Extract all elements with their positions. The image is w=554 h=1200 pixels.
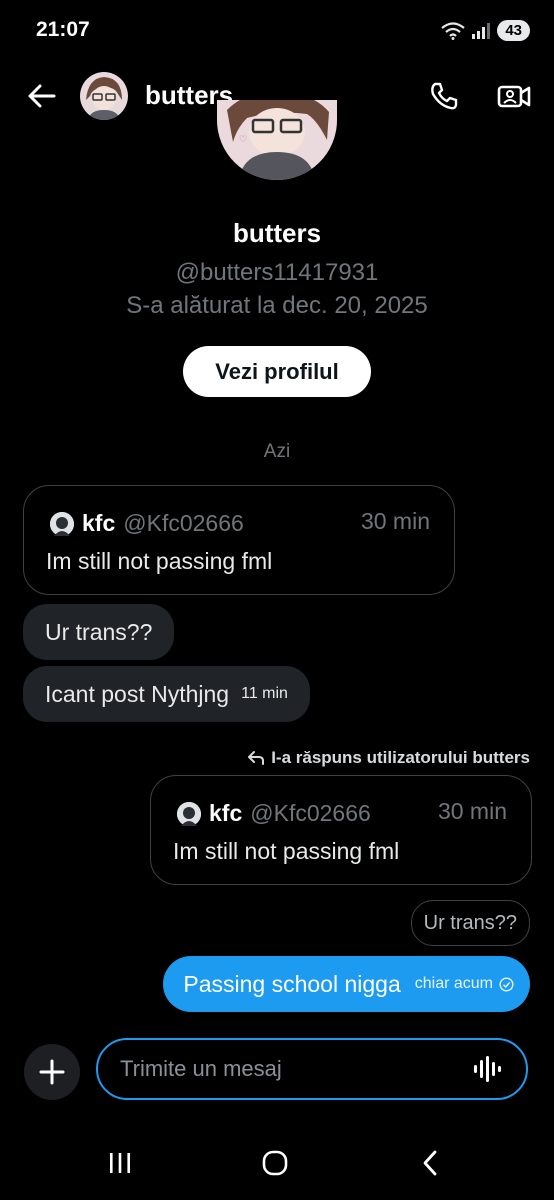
quote-header: kfc @Kfc02666 bbox=[177, 800, 371, 827]
message-time-text: chiar acum bbox=[414, 975, 493, 992]
quote-author-handle: @Kfc02666 bbox=[250, 800, 371, 826]
message-bubble-incoming[interactable]: Icant post Nythjng 11 min bbox=[23, 666, 310, 722]
profile-joined-date: S-a alăturat la dec. 20, 2025 bbox=[126, 292, 428, 319]
reply-arrow-icon bbox=[248, 751, 265, 765]
replied-message-chip[interactable]: Ur trans?? bbox=[410, 900, 530, 946]
sent-check-icon bbox=[499, 976, 514, 992]
reply-label-text: I-a răspuns utilizatorului butters bbox=[271, 748, 530, 767]
battery-badge: 43 bbox=[497, 20, 530, 41]
message-bubble-incoming[interactable]: Ur trans?? bbox=[23, 604, 175, 660]
quoted-message-card[interactable]: kfc @Kfc02666 30 min Im still not passin… bbox=[23, 485, 455, 595]
voice-message-icon[interactable] bbox=[468, 1054, 508, 1084]
phone-icon[interactable] bbox=[428, 80, 460, 112]
message-time: 11 min bbox=[241, 685, 288, 702]
profile-name: butters bbox=[232, 218, 322, 248]
quoted-message-card[interactable]: kfc @Kfc02666 30 min Im still not passin… bbox=[150, 775, 532, 885]
home-button[interactable] bbox=[255, 1145, 295, 1181]
profile-avatar[interactable]: ♡ bbox=[217, 100, 337, 180]
quote-header: kfc @Kfc02666 bbox=[50, 510, 244, 537]
quote-text: Im still not passing fml bbox=[173, 838, 400, 864]
status-icons: 43 bbox=[441, 20, 530, 41]
svg-text:♡: ♡ bbox=[239, 135, 247, 145]
add-attachment-button[interactable] bbox=[24, 1044, 80, 1100]
message-time: chiar acum bbox=[415, 975, 514, 993]
message-bubble-outgoing[interactable]: Passing school nigga chiar acum bbox=[163, 956, 530, 1012]
signal-icon bbox=[472, 22, 491, 39]
chevron-left-icon bbox=[423, 1150, 437, 1176]
system-back-button[interactable] bbox=[410, 1145, 450, 1181]
recent-apps-button[interactable] bbox=[100, 1145, 140, 1181]
profile-handle: @butters11417931 bbox=[175, 259, 379, 286]
quote-author-name: kfc bbox=[82, 510, 116, 536]
message-text: Passing school nigga bbox=[183, 970, 401, 997]
quote-text: Im still not passing fml bbox=[46, 548, 273, 574]
kfc-avatar bbox=[177, 801, 201, 826]
quote-time: 30 min bbox=[437, 798, 507, 824]
video-call-icon[interactable] bbox=[496, 80, 532, 112]
back-arrow-icon[interactable] bbox=[26, 80, 58, 112]
plus-icon bbox=[39, 1059, 65, 1085]
quote-author-handle: @Kfc02666 bbox=[123, 510, 244, 536]
quote-author-name: kfc bbox=[209, 800, 243, 826]
kfc-avatar bbox=[50, 511, 74, 536]
message-text: Icant post Nythjng bbox=[45, 680, 230, 707]
wifi-icon bbox=[441, 21, 466, 40]
view-profile-button[interactable]: Vezi profilul bbox=[183, 346, 371, 397]
recent-apps-icon bbox=[110, 1153, 130, 1173]
message-input-box[interactable] bbox=[96, 1038, 528, 1100]
day-separator: Azi bbox=[263, 441, 291, 462]
quote-time: 30 min bbox=[360, 508, 430, 534]
message-text: Ur trans?? bbox=[45, 618, 153, 645]
avatar[interactable] bbox=[80, 72, 128, 120]
status-time: 21:07 bbox=[36, 18, 90, 41]
message-input[interactable] bbox=[98, 1055, 468, 1083]
reply-context-label: I-a răspuns utilizatorului butters bbox=[247, 748, 530, 768]
home-icon bbox=[262, 1150, 288, 1176]
